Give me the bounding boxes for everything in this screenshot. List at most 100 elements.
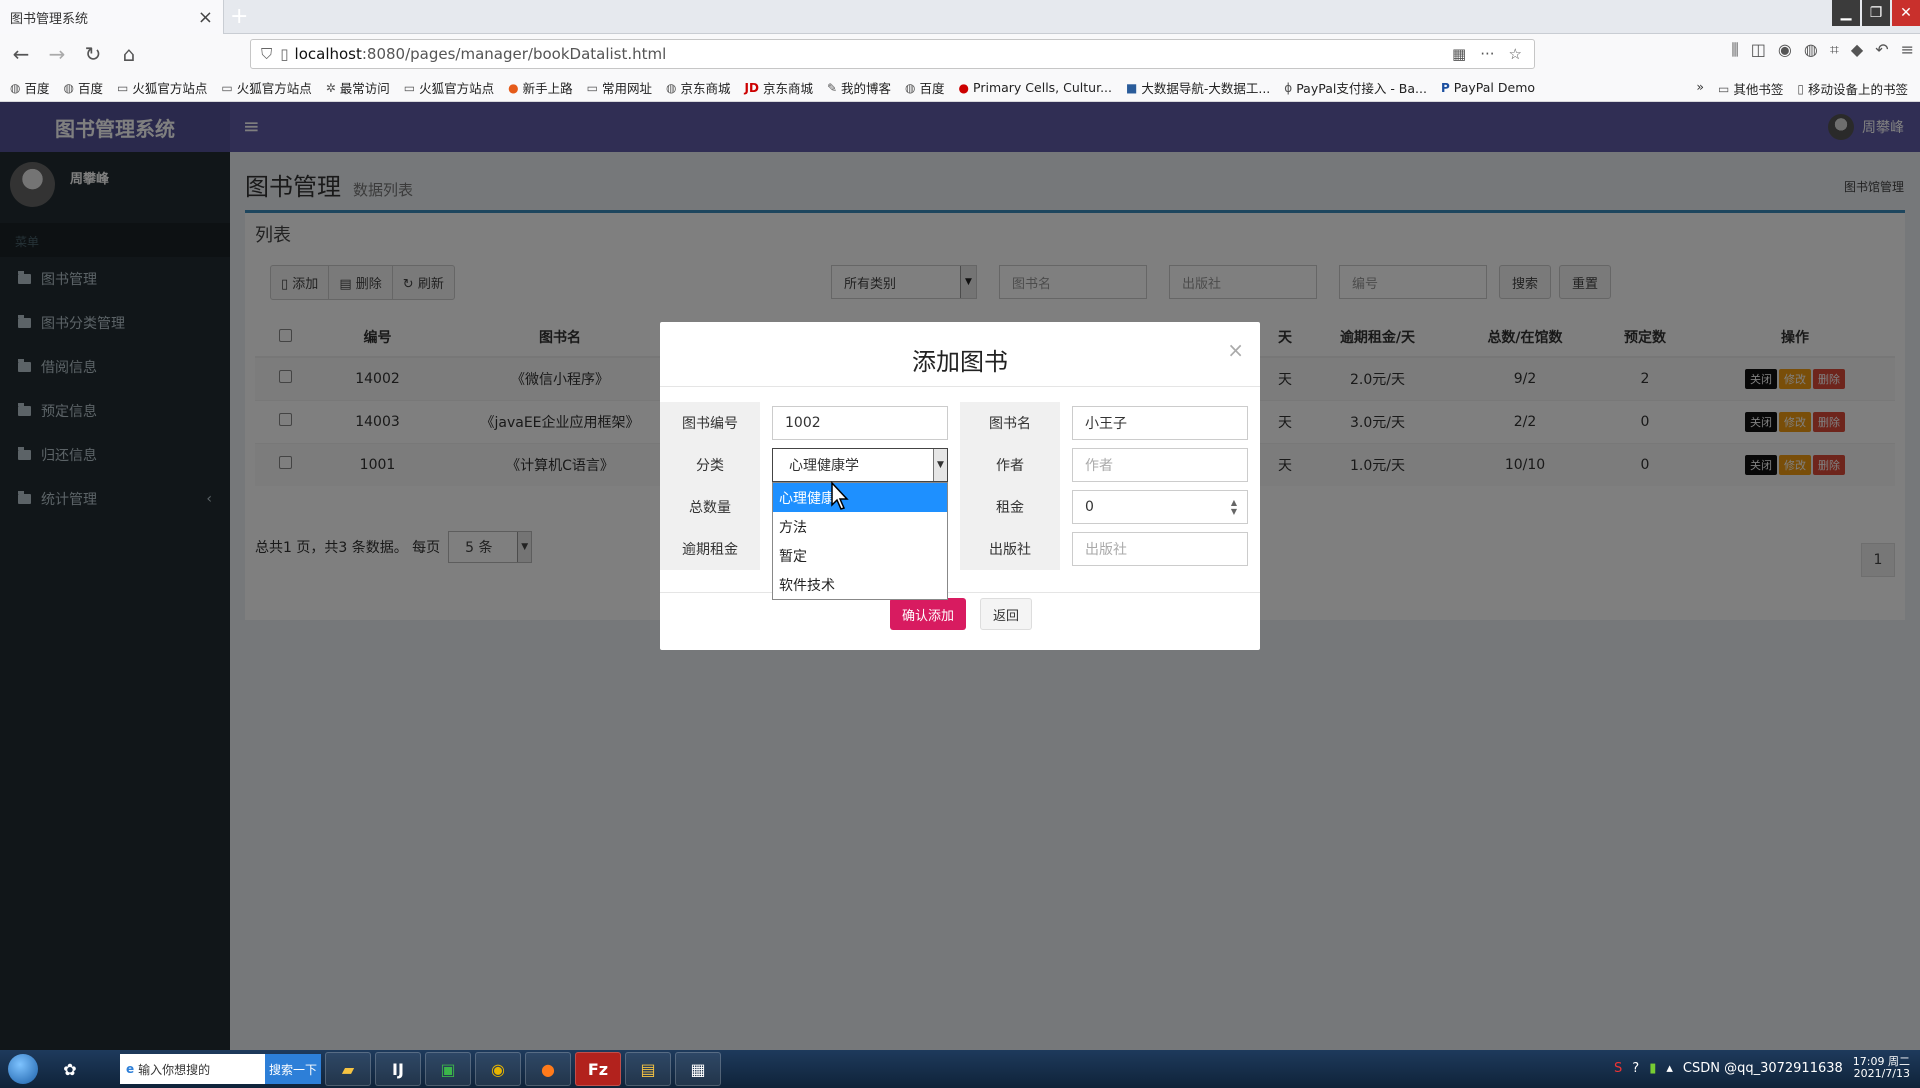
- intellij-icon[interactable]: IJ: [375, 1052, 421, 1086]
- minimize-icon[interactable]: ▁: [1832, 0, 1860, 26]
- clock[interactable]: 17:09 周二 2021/7/13: [1853, 1056, 1910, 1080]
- bookmark[interactable]: ▭ 火狐官方站点: [404, 78, 494, 97]
- bookmark[interactable]: ● Primary Cells, Cultur...: [959, 80, 1112, 95]
- book-name-field[interactable]: 小王子: [1072, 406, 1248, 440]
- start-button[interactable]: [0, 1050, 46, 1088]
- taskbar-app-icon[interactable]: ✿: [50, 1052, 90, 1086]
- bookmark[interactable]: ▭ 常用网址: [587, 78, 652, 97]
- menu-icon[interactable]: ≡: [1901, 40, 1914, 60]
- taskbar-search-button[interactable]: 搜索一下: [265, 1054, 321, 1084]
- tray-expand-icon[interactable]: ▴: [1666, 1061, 1673, 1076]
- tool-icon[interactable]: ▦: [675, 1052, 721, 1086]
- label-overdue: 逾期租金: [660, 528, 760, 570]
- qr-icon[interactable]: ▦: [1452, 45, 1466, 63]
- category-select[interactable]: 心理健康学 ▼: [772, 448, 948, 482]
- globe-icon: ◍: [905, 80, 916, 95]
- bookmarks-overflow-icon[interactable]: »: [1696, 79, 1704, 98]
- dropdown-option[interactable]: 方法: [773, 512, 947, 541]
- bookmark[interactable]: JD 京东商城: [745, 78, 813, 97]
- account-icon[interactable]: ◉: [1778, 40, 1792, 60]
- globe-icon[interactable]: ◍: [1804, 40, 1818, 60]
- system-tray: S ? ▮ ▴ CSDN @qq_3072911638 17:09 周二 202…: [1614, 1056, 1910, 1080]
- site-icon: ■: [1126, 80, 1138, 95]
- site-icon: ●: [958, 80, 970, 95]
- url-bar[interactable]: ⛉ ▯ localhost :8080/pages/manager/bookDa…: [250, 39, 1535, 69]
- sidebar-icon[interactable]: ◫: [1751, 40, 1766, 60]
- dropdown-option[interactable]: 心理健康: [773, 483, 947, 512]
- crop-icon[interactable]: ⌗: [1830, 40, 1839, 60]
- bookmark[interactable]: ◍ 京东商城: [666, 78, 731, 97]
- back-button[interactable]: 返回: [980, 598, 1033, 630]
- label-publisher: 出版社: [960, 528, 1060, 570]
- rent-number-input[interactable]: 0 ▲ ▼: [1072, 490, 1248, 524]
- forward-icon[interactable]: →: [42, 39, 72, 69]
- modal-close-icon[interactable]: ×: [1227, 338, 1244, 362]
- bookmark[interactable]: ✲ 最常访问: [326, 78, 390, 97]
- help-icon[interactable]: ?: [1632, 1061, 1639, 1076]
- browser-toolbar-right: ⫼ ◫ ◉ ◍ ⌗ ◆ ↶ ≡: [1731, 40, 1914, 60]
- folder-icon: ▭: [586, 80, 598, 95]
- library-icon[interactable]: ⫼: [1731, 40, 1738, 60]
- dropdown-option[interactable]: 软件技术: [773, 570, 947, 599]
- tab-title: 图书管理系统: [10, 11, 89, 27]
- globe-icon: ◍: [666, 80, 677, 95]
- explorer-icon[interactable]: ▤: [625, 1052, 671, 1086]
- undo-icon[interactable]: ↶: [1875, 40, 1888, 60]
- dropdown-option[interactable]: 暂定: [773, 541, 947, 570]
- label-total: 总数量: [660, 486, 760, 528]
- category-dropdown-list: 心理健康 方法 暂定 软件技术: [772, 482, 948, 600]
- author-input[interactable]: 作者: [1072, 448, 1248, 482]
- bookmark[interactable]: ◍ 百度: [905, 78, 945, 97]
- url-host: localhost: [294, 45, 362, 63]
- bookmark[interactable]: P PayPal Demo: [1441, 80, 1535, 95]
- new-tab-icon[interactable]: +: [230, 4, 248, 29]
- form-row: 总数量 租金 0 ▲ ▼: [660, 486, 1260, 528]
- book-no-input[interactable]: 1002: [772, 406, 948, 440]
- more-icon[interactable]: ···: [1480, 45, 1494, 63]
- bookmark-folder-other[interactable]: ▭ 其他书签: [1718, 79, 1783, 98]
- bookmark[interactable]: ◍ 百度: [10, 78, 50, 97]
- bookmarks-bar: ◍ 百度 ◍ 百度 ▭ 火狐官方站点 ▭ 火狐官方站点 ✲ 最常访问 ▭ 火狐官方站点 ● 新…: [0, 74, 1920, 102]
- firefox-icon: ●: [508, 80, 519, 95]
- bookmark[interactable]: ■ 大数据导航-大数据工...: [1126, 78, 1270, 97]
- firefox-icon[interactable]: ●: [525, 1052, 571, 1086]
- form-row: 图书编号 1002 图书名 小王子: [660, 402, 1260, 444]
- phone-icon: ▯: [1797, 81, 1804, 96]
- folder-icon: ▭: [1718, 81, 1730, 96]
- bookmark[interactable]: ● 新手上路: [508, 78, 573, 97]
- bookmark[interactable]: ◍ 百度: [64, 78, 104, 97]
- chrome-icon[interactable]: ◉: [475, 1052, 521, 1086]
- divider: [660, 386, 1260, 387]
- paypal-icon: P: [1440, 80, 1450, 95]
- form-row: 逾期租金 出版社 出版社: [660, 528, 1260, 570]
- folder-icon: ▭: [403, 80, 416, 95]
- spinner-icon[interactable]: ▲ ▼: [1231, 498, 1237, 516]
- bookmark-folder-mobile[interactable]: ▯ 移动设备上的书签: [1797, 79, 1908, 98]
- reload-icon[interactable]: ↻: [78, 39, 108, 69]
- folder-icon: ▭: [117, 80, 129, 95]
- confirm-add-button[interactable]: 确认添加: [890, 598, 967, 630]
- publisher-field[interactable]: 出版社: [1072, 532, 1248, 566]
- home-icon[interactable]: ⌂: [114, 39, 144, 69]
- bookmark[interactable]: ▭ 火狐官方站点: [221, 78, 311, 97]
- window-close-icon[interactable]: ✕: [1892, 0, 1920, 26]
- bookmark[interactable]: ▭ 火狐官方站点: [117, 78, 207, 97]
- bookmark[interactable]: ✎ 我的博客: [827, 78, 891, 97]
- taskbar: ✿ e 输入你想搜的 搜索一下 ▰ IJ ▣ ◉ ● Fz ▤ ▦ S ? ▮ ▴…: [0, 1050, 1920, 1088]
- battery-icon[interactable]: ▮: [1649, 1061, 1656, 1076]
- jd-icon: JD: [744, 80, 759, 95]
- mouse-cursor-icon: [831, 481, 849, 510]
- bookmark[interactable]: ϕ PayPal支付接入 - Ba...: [1284, 78, 1427, 97]
- filezilla-icon[interactable]: Fz: [575, 1052, 621, 1086]
- taskbar-search-input[interactable]: e 输入你想搜的: [120, 1054, 265, 1084]
- back-icon[interactable]: ←: [6, 39, 36, 69]
- ie-icon: e: [126, 1062, 135, 1076]
- app-icon[interactable]: ▣: [425, 1052, 471, 1086]
- restore-icon[interactable]: ❐: [1862, 0, 1890, 26]
- ime-icon[interactable]: S: [1614, 1061, 1622, 1076]
- star-icon[interactable]: ☆: [1509, 45, 1522, 63]
- folder-app-icon[interactable]: ▰: [325, 1052, 371, 1086]
- browser-tab[interactable]: 图书管理系统 ×: [0, 0, 224, 34]
- chat-icon[interactable]: ◆: [1851, 40, 1863, 60]
- close-tab-icon[interactable]: ×: [198, 7, 213, 28]
